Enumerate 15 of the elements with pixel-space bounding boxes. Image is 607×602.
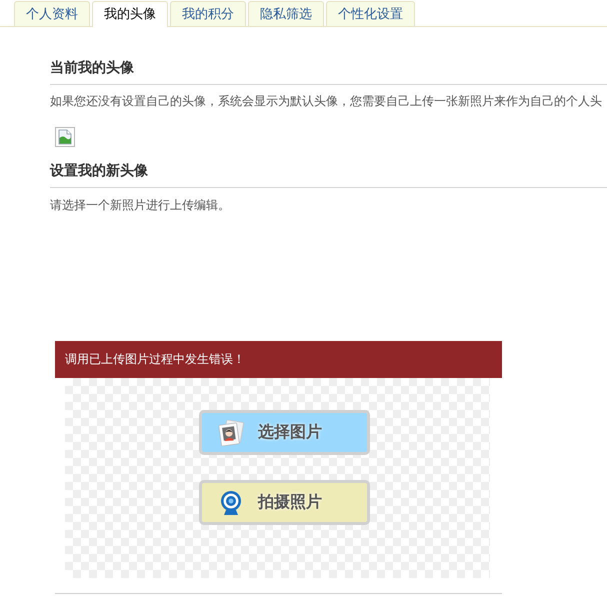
tab[interactable]: 个人资料: [14, 1, 90, 26]
photo-icon: [218, 420, 244, 446]
webcam-icon: [218, 490, 244, 516]
section-title: 设置我的新头像: [50, 162, 148, 178]
description-text: 请选择一个新照片进行上传编辑。: [50, 197, 230, 214]
error-message: 调用已上传图片过程中发生错误！: [55, 341, 502, 378]
tab[interactable]: 隐私筛选: [248, 1, 324, 26]
description-text: 如果您还没有设置自己的头像，系统会显示为默认头像，您需要自己上传一张新照片来作为自己的个人头: [50, 93, 602, 110]
tab[interactable]: 我的积分: [170, 1, 246, 26]
tab[interactable]: 个性化设置: [326, 1, 415, 26]
take-photo-button[interactable]: 拍摄照片: [199, 480, 370, 525]
broken-image-icon: [55, 127, 75, 147]
tab[interactable]: 我的头像: [92, 1, 168, 27]
section-title: 当前我的头像: [50, 59, 134, 75]
select-image-button[interactable]: 选择图片: [199, 410, 370, 455]
